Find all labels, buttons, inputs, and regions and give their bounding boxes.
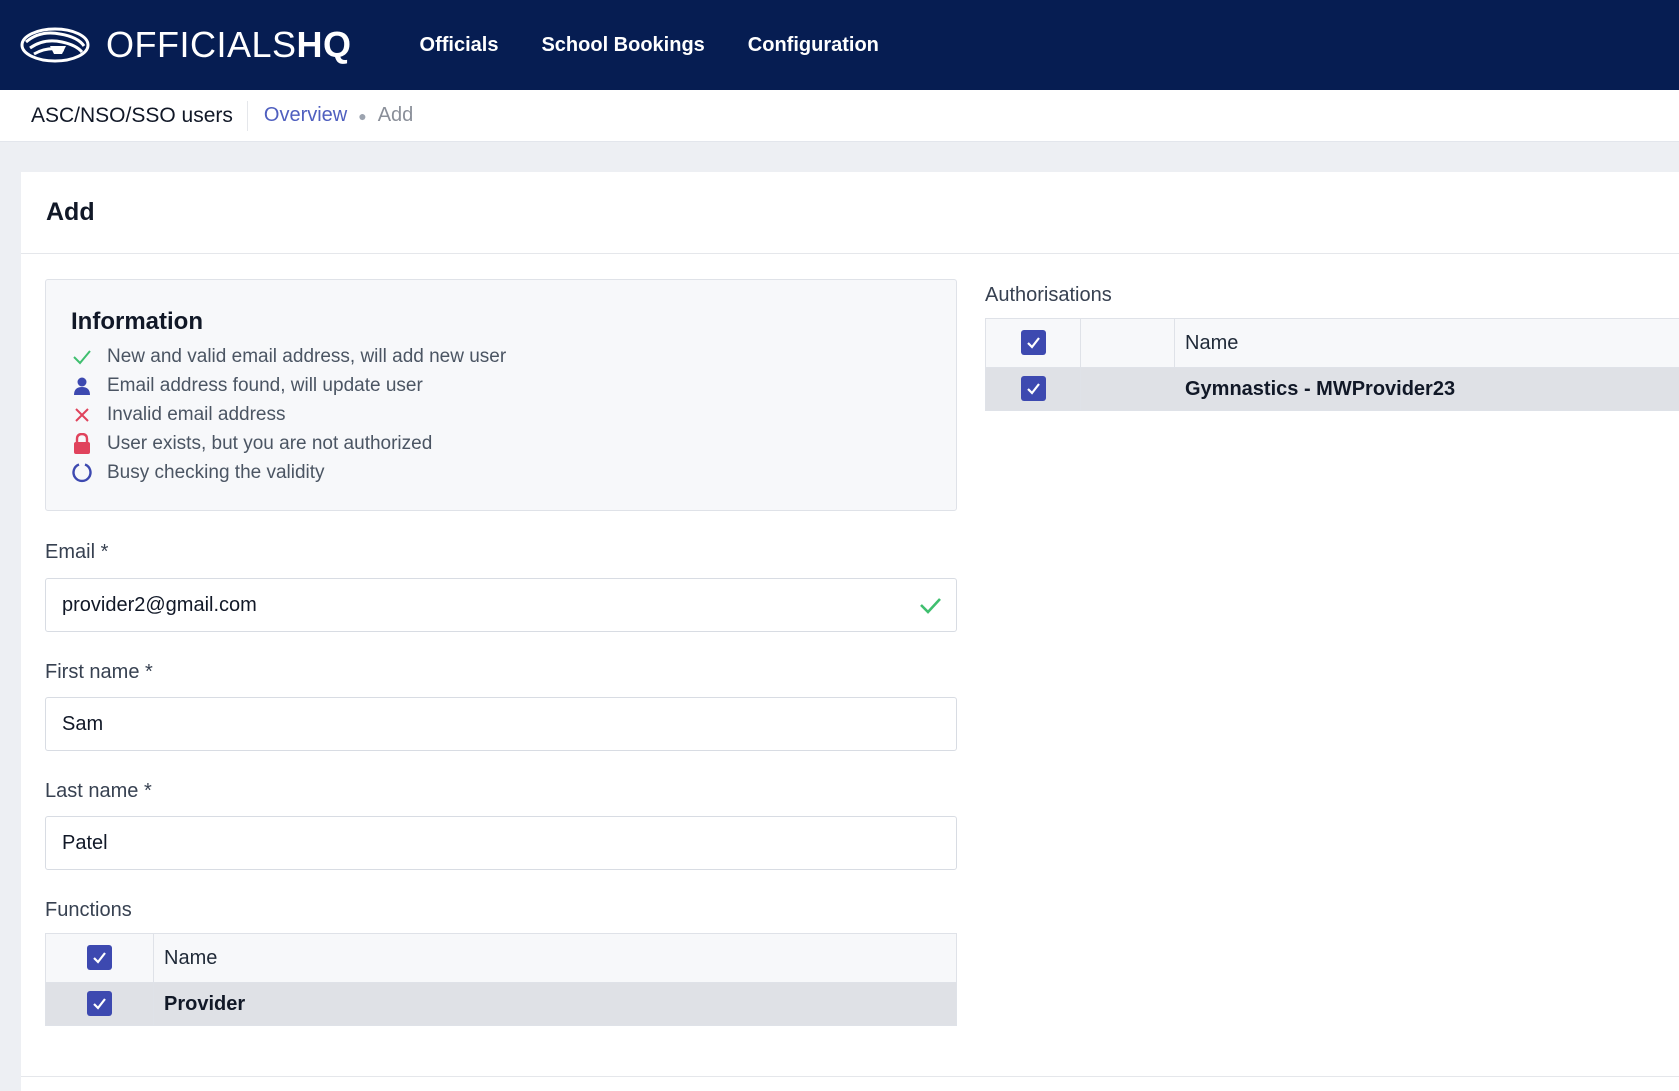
- top-navigation-bar: OFFICIALSHQ Officials School Bookings Co…: [0, 0, 1679, 90]
- table-row[interactable]: Provider: [45, 982, 957, 1026]
- function-name: Provider: [153, 982, 957, 1026]
- logo-icon: [20, 27, 90, 63]
- add-user-card: Add Information New and valid email addr…: [21, 172, 1679, 1091]
- legend-item-busy-checking: Busy checking the validity: [71, 458, 506, 487]
- row-checkbox-cell: [45, 982, 154, 1026]
- page-title: Add: [46, 198, 95, 226]
- nav-item-officials[interactable]: Officials: [420, 34, 499, 57]
- breadcrumb-current: Add: [377, 104, 414, 126]
- main-nav: Officials School Bookings Configuration: [420, 34, 922, 57]
- legend-text: New and valid email address, will add ne…: [107, 345, 507, 367]
- first-name-field[interactable]: [45, 697, 957, 751]
- breadcrumb-link-overview[interactable]: Overview: [264, 104, 347, 127]
- row-checkbox[interactable]: [87, 991, 112, 1016]
- column-header-name[interactable]: Name: [153, 933, 957, 983]
- spinner-icon: [71, 462, 93, 484]
- functions-label: Functions: [45, 899, 132, 921]
- nav-item-school-bookings[interactable]: School Bookings: [541, 34, 704, 57]
- information-panel: Information New and valid email address,…: [45, 279, 957, 511]
- column-header-name[interactable]: Name: [1174, 318, 1679, 368]
- select-all-checkbox[interactable]: [87, 945, 112, 970]
- breadcrumb-separator: ●: [358, 107, 367, 124]
- lock-icon: [71, 432, 93, 455]
- information-title: Information: [71, 308, 203, 335]
- last-name-label: Last name *: [45, 780, 152, 802]
- legend-item-update-user: Email address found, will update user: [71, 371, 506, 400]
- table-header-row: Name: [985, 318, 1679, 368]
- last-name-field[interactable]: [45, 816, 957, 870]
- legend-text: Invalid email address: [107, 403, 286, 425]
- user-icon: [71, 375, 93, 397]
- select-all-cell: [45, 933, 154, 983]
- first-name-label: First name *: [45, 661, 153, 683]
- row-checkbox[interactable]: [1020, 376, 1046, 401]
- column-header-empty: [1080, 318, 1175, 368]
- breadcrumb-section: ASC/NSO/SSO users: [31, 100, 248, 131]
- checkmark-icon: [93, 952, 106, 964]
- table-header-row: Name: [45, 933, 957, 983]
- authorisations-table: Name Gymnastics - MWProvider23: [985, 318, 1679, 411]
- authorisations-label: Authorisations: [985, 284, 1112, 306]
- table-row[interactable]: Gymnastics - MWProvider23: [985, 367, 1679, 411]
- email-field[interactable]: [45, 578, 957, 632]
- email-label: Email *: [45, 541, 109, 563]
- legend-text: User exists, but you are not authorized: [107, 432, 433, 454]
- checkmark-icon: [93, 998, 106, 1010]
- logo-wordmark: OFFICIALSHQ: [106, 24, 352, 65]
- legend-item-new-user: New and valid email address, will add ne…: [71, 342, 506, 371]
- email-valid-check-icon: [918, 593, 942, 617]
- legend-text: Busy checking the validity: [107, 461, 325, 483]
- select-all-checkbox[interactable]: [1020, 330, 1046, 355]
- legend-item-not-authorized: User exists, but you are not authorized: [71, 429, 506, 458]
- row-empty-cell: [1080, 367, 1175, 411]
- app-logo[interactable]: OFFICIALSHQ: [20, 26, 352, 64]
- checkmark-icon: [1026, 383, 1040, 395]
- legend-item-invalid-email: Invalid email address: [71, 400, 506, 429]
- select-all-cell: [985, 318, 1081, 368]
- authorisation-name: Gymnastics - MWProvider23: [1174, 367, 1679, 411]
- check-icon: [71, 346, 93, 368]
- card-header: Add: [21, 172, 1679, 254]
- functions-table: Name Provider: [45, 933, 957, 1026]
- card-footer-divider: [21, 1076, 1679, 1077]
- cross-icon: [71, 404, 93, 426]
- breadcrumb: ASC/NSO/SSO users Overview ● Add: [0, 90, 1679, 142]
- legend-text: Email address found, will update user: [107, 374, 423, 396]
- information-legend: New and valid email address, will add ne…: [71, 342, 506, 487]
- row-checkbox-cell: [985, 367, 1081, 411]
- checkmark-icon: [1026, 337, 1040, 349]
- nav-item-configuration[interactable]: Configuration: [748, 34, 879, 57]
